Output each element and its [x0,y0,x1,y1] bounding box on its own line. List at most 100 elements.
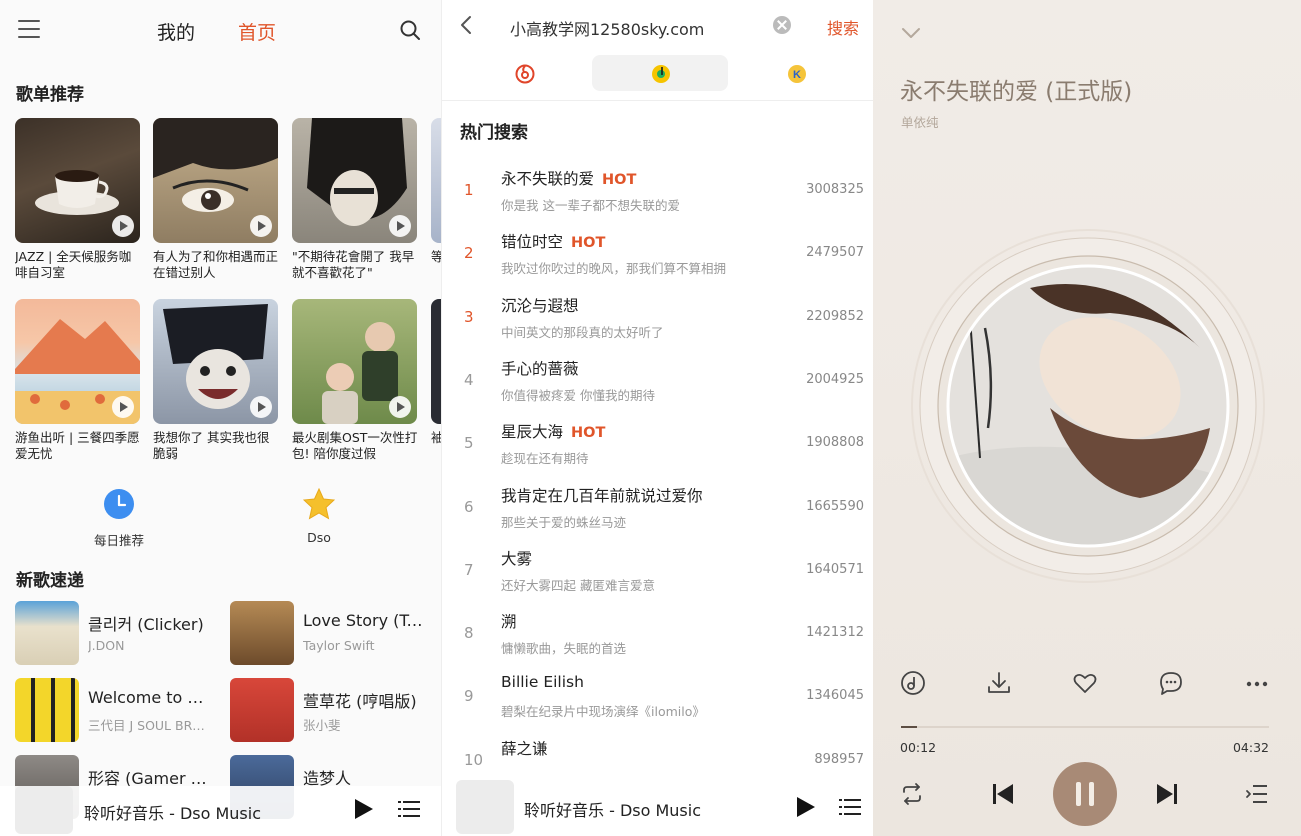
hot-badge: HOT [571,425,606,441]
song-thumbnail [15,678,79,742]
hot-search-rank: 3 [464,308,474,326]
chevron-down-icon[interactable] [901,26,921,40]
hot-search-row[interactable]: 7 大雾 还好大雾四起 藏匿难言爱意 1640571 [442,540,873,603]
song-title: 萱草花 (哼唱版) [303,692,417,711]
clock-icon [104,489,134,519]
playlist-cover [15,299,140,424]
playlist-cover [431,299,441,424]
song-artist: 张小斐 [303,718,341,733]
play-icon[interactable] [389,396,411,418]
play-button[interactable] [355,799,373,819]
play-icon[interactable] [112,215,134,237]
playlist-cover [153,118,278,243]
tab-qqmusic[interactable] [592,55,728,91]
download-icon[interactable] [986,670,1012,696]
back-icon[interactable] [458,14,474,36]
hot-search-row[interactable]: 4 手心的蔷薇 你值得被疼爱 你懂我的期待 2004925 [442,350,873,413]
progress-fill [901,726,918,728]
menu-icon[interactable] [18,20,40,38]
hot-search-name-wrap: 沉沦与遐想 [501,294,579,316]
hot-search-name-wrap: 错位时空 HOT [501,230,605,252]
playlist-card[interactable]: 最火剧集OST一次性打包! 陪你度过假 [292,299,417,464]
hot-search-description: 中间英文的那段真的太好听了 [501,325,664,340]
repeat-icon[interactable] [899,782,925,806]
queue-icon[interactable] [1245,782,1269,806]
playlist-card[interactable]: JAZZ | 全天候服务咖啡自习室 [15,118,140,283]
new-song-item[interactable]: 클리커 (Clicker) J.DON [15,601,220,665]
hot-search-rank: 9 [464,687,474,705]
hot-search-row[interactable]: 1 永不失联的爱 HOT 你是我 这一辈子都不想失联的爱 3008325 [442,160,873,223]
playlist-icon[interactable] [398,800,420,818]
hot-search-count: 1421312 [806,625,864,640]
previous-icon[interactable] [991,782,1015,806]
playlist-card[interactable]: 有人为了和你相遇而正在错过别人 [153,118,278,283]
play-icon[interactable] [250,215,272,237]
hot-search-rank: 5 [464,434,474,452]
hot-search-rank: 7 [464,561,474,579]
hot-search-name: 星辰大海 [501,423,564,441]
hot-search-rank: 4 [464,371,474,389]
play-icon[interactable] [112,396,134,418]
playlist-card[interactable]: 袖 [431,299,441,464]
daily-recommend-label: 每日推荐 [93,533,144,548]
search-input[interactable]: 小高教学网12580sky.com [510,16,704,40]
daily-recommend[interactable]: 每日推荐 [84,488,154,549]
hot-search-name-wrap: 大雾 [501,547,532,569]
hot-search-row[interactable]: 3 沉沦与遐想 中间英文的那段真的太好听了 2209852 [442,287,873,350]
play-button[interactable] [797,797,815,817]
playlist-caption: 袖 [431,430,441,445]
hot-search-row[interactable]: 8 溯慵懒歌曲，失眠的首选 1421312 [442,603,873,666]
playlist-card[interactable]: 我想你了 其实我也很脆弱 [153,299,278,464]
hot-search-row[interactable]: 6 我肯定在几百年前就说过爱你 那些关于爱的蛛丝马迹 1665590 [442,477,873,540]
hot-badge: HOT [571,235,606,251]
song-artist: Taylor Swift [303,638,375,653]
mini-player-art [456,780,514,834]
tab-mine[interactable]: 我的 [157,18,195,45]
hot-search-rank: 2 [464,244,474,262]
playlist-card[interactable]: "不期待花會開了 我早就不喜歡花了" [292,118,417,283]
hot-search-count: 1640571 [806,562,864,577]
playlist-caption: 有人为了和你相遇而正在错过别人 [153,249,279,280]
new-song-item[interactable]: 萱草花 (哼唱版) 张小斐 [230,678,435,742]
song-thumbnail [230,601,294,665]
playlist-card[interactable]: 等 [431,118,441,283]
dso-shortcut[interactable]: Dso [284,487,354,545]
search-button[interactable]: 搜索 [827,15,859,39]
play-icon[interactable] [389,215,411,237]
playlist-cover [15,118,140,243]
hot-search-row[interactable]: 9 Billie Eilish 碧梨在纪录片中现场演绎《ilomilo》 134604… [442,666,873,729]
new-song-item[interactable]: Love Story (Taylor's Version) Taylor Swi… [230,601,435,665]
dso-label: Dso [307,530,331,545]
new-song-item[interactable]: Welcome to TOKYO 三代目 J SOUL BROTHERS [15,678,220,742]
mini-player[interactable]: 聆听好音乐 - Dso Music [0,786,441,836]
playlist-card[interactable]: 游鱼出听 | 三餐四季愿爱无忧 [15,299,140,464]
home-header: 我的 首页 [0,0,441,60]
tab-kugou[interactable]: K [728,55,864,91]
play-icon[interactable] [250,396,272,418]
playlist-icon[interactable] [839,798,861,816]
tab-home[interactable]: 首页 [238,18,276,45]
comment-icon[interactable] [1158,670,1184,696]
hot-search-row[interactable]: 2 错位时空 HOT 我吹过你吹过的晚风，那我们算不算相拥 2479507 [442,223,873,286]
tab-netease[interactable] [456,55,592,91]
next-icon[interactable] [1155,782,1179,806]
search-icon[interactable] [399,19,421,41]
playlist-cover [292,118,417,243]
playback-controls [873,762,1301,826]
hot-badge: HOT [602,172,637,188]
clear-icon[interactable] [773,16,791,34]
progress-bar[interactable] [901,726,1269,728]
more-icon[interactable] [1244,670,1270,696]
pause-button[interactable] [1053,762,1117,826]
home-panel: 我的 首页 歌单推荐 JAZZ | 全天候服务咖啡自习室 有人为了和你相遇而正在… [0,0,441,836]
music-note-icon[interactable] [900,670,926,696]
playlist-caption: 最火剧集OST一次性打包! 陪你度过假 [292,430,418,461]
mini-player[interactable]: 聆听好音乐 - Dso Music [442,778,873,836]
hot-search-row[interactable]: 5 星辰大海 HOT 趁现在还有期待 1908808 [442,413,873,476]
hot-search-count: 3008325 [806,182,864,197]
hot-search-description: 你是我 这一辈子都不想失联的爱 [501,198,680,213]
hot-search-name: 沉沦与遐想 [501,297,579,315]
hot-search-rank: 6 [464,498,474,516]
heart-icon[interactable] [1072,670,1098,696]
hot-search-count: 2479507 [806,245,864,260]
